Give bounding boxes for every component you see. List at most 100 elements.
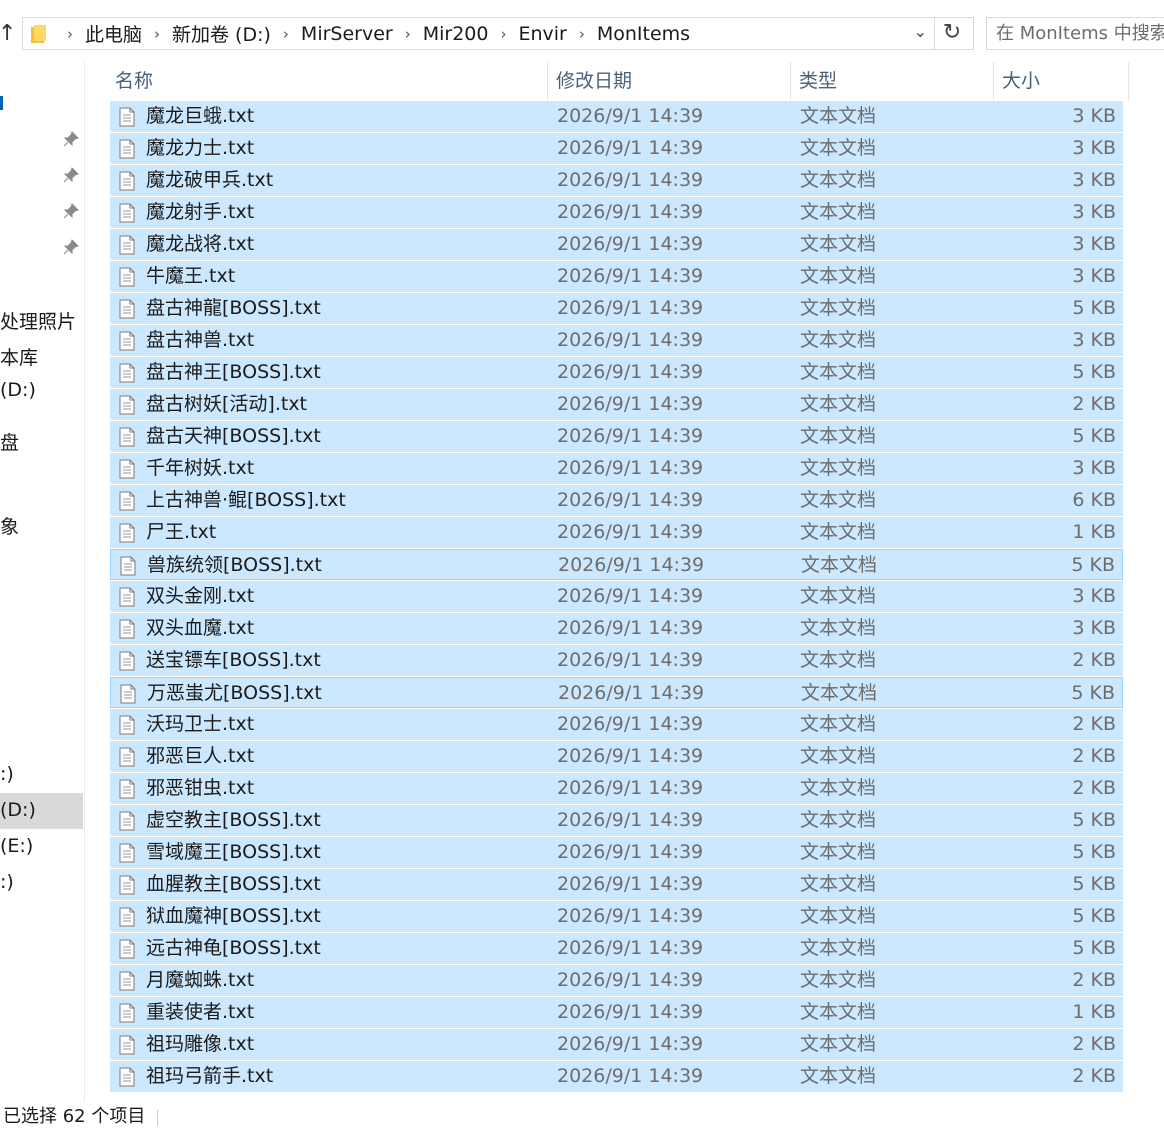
nav-item[interactable]: :) xyxy=(0,763,14,785)
file-size: 3 KB xyxy=(1072,201,1116,223)
chevron-right-icon[interactable]: › xyxy=(154,25,160,43)
file-row[interactable]: 沃玛卫士.txt 2026/9/1 14:39 文本文档 2 KB xyxy=(110,709,1123,740)
file-row[interactable]: 双头金刚.txt 2026/9/1 14:39 文本文档 3 KB xyxy=(110,581,1123,612)
breadcrumb-item[interactable]: MirServer xyxy=(301,23,393,45)
chevron-right-icon[interactable]: › xyxy=(500,25,506,43)
breadcrumb-item[interactable]: Envir xyxy=(518,23,566,45)
pin-icon[interactable] xyxy=(62,202,80,220)
file-row[interactable]: 盘古神王[BOSS].txt 2026/9/1 14:39 文本文档 5 KB xyxy=(110,357,1123,388)
address-bar[interactable]: › 此电脑 › 新加卷 (D:) › MirServer › Mir200 › Envir › Mon… xyxy=(22,17,974,50)
file-row[interactable]: 上古神兽·鲲[BOSS].txt 2026/9/1 14:39 文本文档 6 KB xyxy=(110,485,1123,516)
up-arrow-icon[interactable]: ↑ xyxy=(0,22,18,48)
file-date: 2026/9/1 14:39 xyxy=(557,873,704,895)
file-row[interactable]: 血腥教主[BOSS].txt 2026/9/1 14:39 文本文档 5 KB xyxy=(110,869,1123,900)
nav-item-drive-d[interactable]: (D:) xyxy=(0,799,36,821)
refresh-icon[interactable]: ↻ xyxy=(934,18,969,49)
breadcrumb-item[interactable]: Mir200 xyxy=(423,23,489,45)
chevron-right-icon[interactable]: › xyxy=(283,25,289,43)
file-row[interactable]: 远古神龟[BOSS].txt 2026/9/1 14:39 文本文档 5 KB xyxy=(110,933,1123,964)
file-name: 魔龙巨蛾.txt xyxy=(146,105,255,127)
file-name: 月魔蜘蛛.txt xyxy=(146,969,255,991)
file-row[interactable]: 重装使者.txt 2026/9/1 14:39 文本文档 1 KB xyxy=(110,997,1123,1028)
nav-item[interactable]: 本库 xyxy=(0,343,38,370)
chevron-down-icon[interactable]: ⌄ xyxy=(914,22,927,41)
file-type: 文本文档 xyxy=(800,201,877,223)
file-size: 3 KB xyxy=(1072,617,1116,639)
file-type: 文本文档 xyxy=(800,457,877,479)
nav-item[interactable]: 处理照片 xyxy=(0,307,76,334)
file-row[interactable]: 尸王.txt 2026/9/1 14:39 文本文档 1 KB xyxy=(110,517,1123,548)
file-size: 2 KB xyxy=(1072,649,1116,671)
file-name: 狱血魔神[BOSS].txt xyxy=(146,905,321,927)
file-row[interactable]: 虚空教主[BOSS].txt 2026/9/1 14:39 文本文档 5 KB xyxy=(110,805,1123,836)
nav-item-drive-e[interactable]: (E:) xyxy=(0,835,33,857)
file-row[interactable]: 魔龙射手.txt 2026/9/1 14:39 文本文档 3 KB xyxy=(110,197,1123,228)
file-row[interactable]: 狱血魔神[BOSS].txt 2026/9/1 14:39 文本文档 5 KB xyxy=(110,901,1123,932)
chevron-right-icon[interactable]: › xyxy=(405,25,411,43)
file-date: 2026/9/1 14:39 xyxy=(557,137,704,159)
breadcrumb-item[interactable]: 新加卷 (D:) xyxy=(172,20,271,47)
text-file-icon xyxy=(119,298,135,319)
file-row[interactable]: 盘古神兽.txt 2026/9/1 14:39 文本文档 3 KB xyxy=(110,325,1123,356)
column-size[interactable]: 大小 xyxy=(994,62,1129,100)
text-file-icon xyxy=(119,170,135,191)
file-row[interactable]: 月魔蜘蛛.txt 2026/9/1 14:39 文本文档 2 KB xyxy=(110,965,1123,996)
file-row[interactable]: 万恶蚩尤[BOSS].txt 2026/9/1 14:39 文本文档 5 KB xyxy=(110,677,1123,708)
file-row[interactable]: 魔龙战将.txt 2026/9/1 14:39 文本文档 3 KB xyxy=(110,229,1123,260)
breadcrumb: › 此电脑 › 新加卷 (D:) › MirServer › Mir200 › Envir › Mon… xyxy=(55,18,690,49)
text-file-icon xyxy=(119,778,135,799)
file-size: 3 KB xyxy=(1072,169,1116,191)
file-row[interactable]: 祖玛雕像.txt 2026/9/1 14:39 文本文档 2 KB xyxy=(110,1029,1123,1060)
nav-item[interactable]: (D:) xyxy=(0,379,36,401)
file-list: ^ 名称 修改日期 类型 大小 魔龙巨蛾.txt 2026/9/1 14:39 文本… xyxy=(85,62,1164,1102)
file-row[interactable]: 祖玛弓箭手.txt 2026/9/1 14:39 文本文档 2 KB xyxy=(110,1061,1123,1092)
file-row[interactable]: 雪域魔王[BOSS].txt 2026/9/1 14:39 文本文档 5 KB xyxy=(110,837,1123,868)
chevron-right-icon[interactable]: › xyxy=(67,25,73,43)
file-type: 文本文档 xyxy=(800,809,877,831)
file-rows: 魔龙巨蛾.txt 2026/9/1 14:39 文本文档 3 KB 魔龙力士.txt 20… xyxy=(110,101,1123,1093)
chevron-right-icon[interactable]: › xyxy=(579,25,585,43)
pin-icon[interactable] xyxy=(62,238,80,256)
column-date[interactable]: 修改日期 xyxy=(548,62,791,100)
text-file-icon xyxy=(119,842,135,863)
file-date: 2026/9/1 14:39 xyxy=(557,905,704,927)
file-row[interactable]: 盘古天神[BOSS].txt 2026/9/1 14:39 文本文档 5 KB xyxy=(110,421,1123,452)
file-row[interactable]: 邪恶巨人.txt 2026/9/1 14:39 文本文档 2 KB xyxy=(110,741,1123,772)
column-type[interactable]: 类型 xyxy=(791,62,994,100)
file-name: 盘古天神[BOSS].txt xyxy=(146,425,321,447)
column-name[interactable]: 名称 xyxy=(107,62,548,100)
text-file-icon xyxy=(120,683,136,704)
file-type: 文本文档 xyxy=(800,841,877,863)
pin-icon[interactable] xyxy=(62,130,80,148)
nav-item[interactable]: 象 xyxy=(0,512,19,539)
file-name: 上古神兽·鲲[BOSS].txt xyxy=(146,489,346,511)
file-name: 魔龙战将.txt xyxy=(146,233,255,255)
text-file-icon xyxy=(119,330,135,351)
file-row[interactable]: 魔龙巨蛾.txt 2026/9/1 14:39 文本文档 3 KB xyxy=(110,101,1123,132)
file-row[interactable]: 邪恶钳虫.txt 2026/9/1 14:39 文本文档 2 KB xyxy=(110,773,1123,804)
file-type: 文本文档 xyxy=(800,617,877,639)
file-row[interactable]: 盘古神龍[BOSS].txt 2026/9/1 14:39 文本文档 5 KB xyxy=(110,293,1123,324)
file-date: 2026/9/1 14:39 xyxy=(557,329,704,351)
nav-item[interactable]: 盘 xyxy=(0,428,19,455)
file-name: 送宝镖车[BOSS].txt xyxy=(146,649,321,671)
file-size: 5 KB xyxy=(1072,905,1116,927)
file-row[interactable]: 千年树妖.txt 2026/9/1 14:39 文本文档 3 KB xyxy=(110,453,1123,484)
file-date: 2026/9/1 14:39 xyxy=(557,649,704,671)
file-row[interactable]: 牛魔王.txt 2026/9/1 14:39 文本文档 3 KB xyxy=(110,261,1123,292)
file-row[interactable]: 魔龙破甲兵.txt 2026/9/1 14:39 文本文档 3 KB xyxy=(110,165,1123,196)
nav-item[interactable]: :) xyxy=(0,871,14,893)
file-row[interactable]: 盘古树妖[活动].txt 2026/9/1 14:39 文本文档 2 KB xyxy=(110,389,1123,420)
file-row[interactable]: 送宝镖车[BOSS].txt 2026/9/1 14:39 文本文档 2 KB xyxy=(110,645,1123,676)
file-row[interactable]: 双头血魔.txt 2026/9/1 14:39 文本文档 3 KB xyxy=(110,613,1123,644)
file-row[interactable]: 魔龙力士.txt 2026/9/1 14:39 文本文档 3 KB xyxy=(110,133,1123,164)
file-date: 2026/9/1 14:39 xyxy=(557,585,704,607)
breadcrumb-item[interactable]: 此电脑 xyxy=(85,20,142,47)
file-row[interactable]: 兽族统领[BOSS].txt 2026/9/1 14:39 文本文档 5 KB xyxy=(110,549,1123,580)
search-input[interactable]: 在 MonItems 中搜索 xyxy=(986,17,1164,50)
file-size: 5 KB xyxy=(1072,841,1116,863)
file-date: 2026/9/1 14:39 xyxy=(557,489,704,511)
breadcrumb-item[interactable]: MonItems xyxy=(597,23,690,45)
text-file-icon xyxy=(119,458,135,479)
pin-icon[interactable] xyxy=(62,166,80,184)
